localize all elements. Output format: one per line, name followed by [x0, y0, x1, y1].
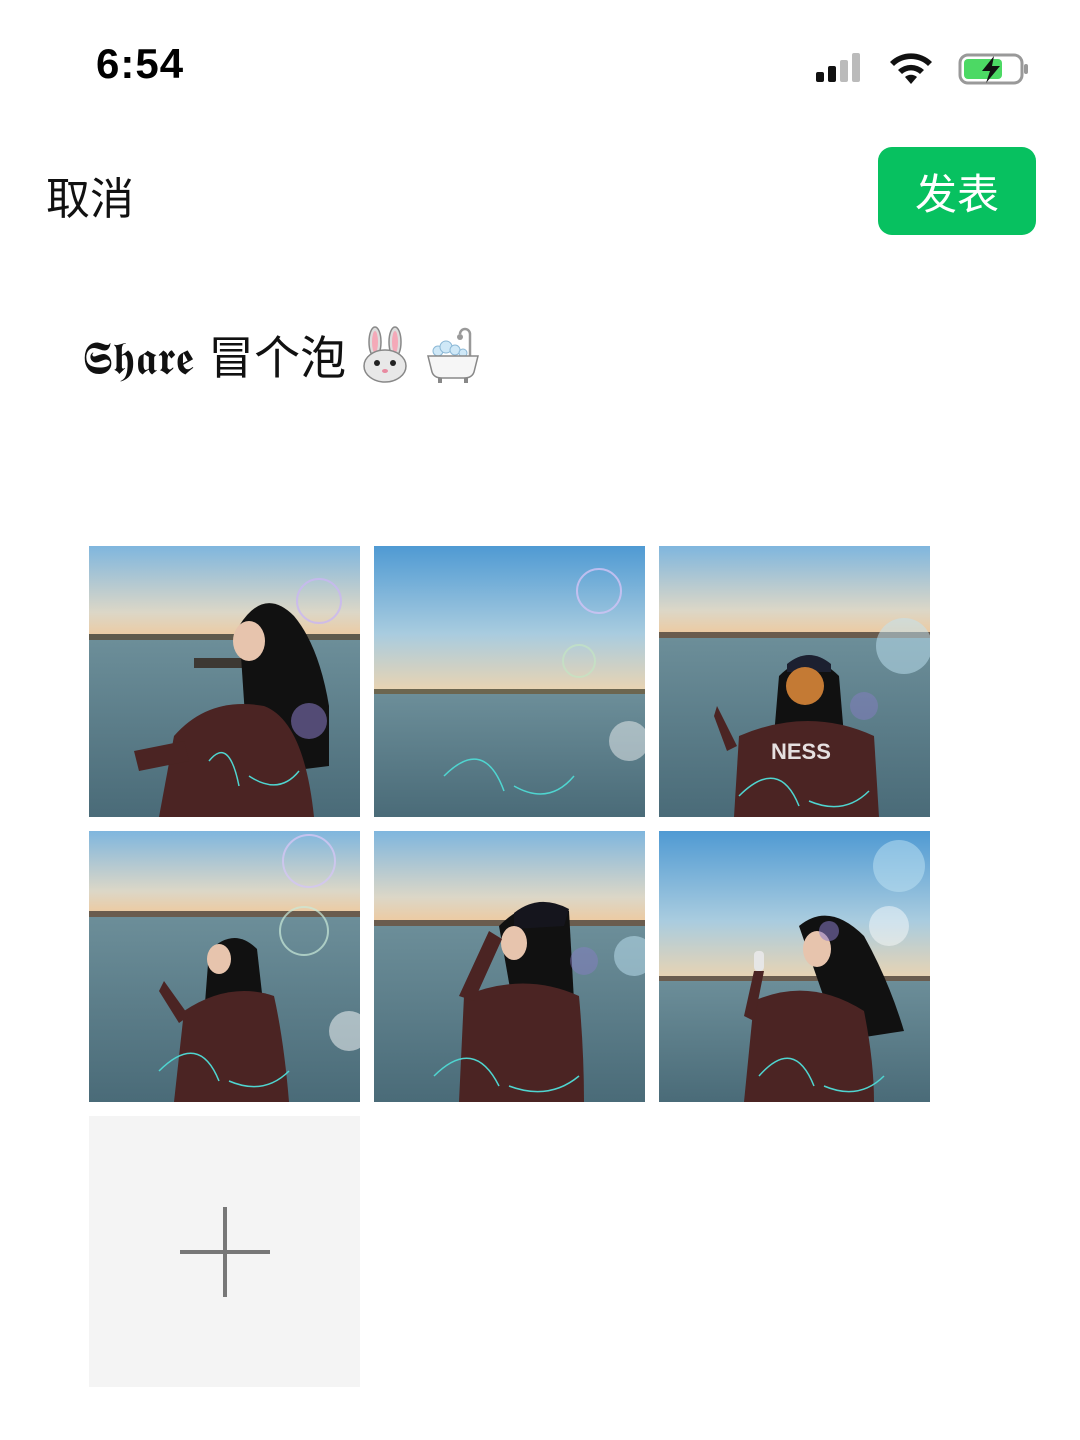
photo-grid: NESS [89, 546, 930, 1387]
signal-icon [816, 53, 860, 82]
photo-thumbnail-4[interactable] [89, 831, 360, 1102]
battery-charging-icon [958, 53, 1028, 85]
cancel-button[interactable]: 取消 [46, 163, 134, 227]
rabbit-face-icon [363, 326, 407, 383]
photo-thumbnail-2[interactable] [374, 546, 645, 817]
photo-2-image [374, 546, 645, 817]
status-time: 6:54 [96, 40, 185, 87]
photo-5-image [374, 831, 645, 1102]
caption-text: 𝕾𝖍𝖆𝖗𝖊 冒个泡 [82, 331, 347, 385]
status-bar: 6:54 [0, 0, 1080, 130]
post-caption[interactable]: 𝕾𝖍𝖆𝖗𝖊 冒个泡 [82, 320, 482, 390]
photo-thumbnail-1[interactable] [89, 546, 360, 817]
photo-thumbnail-3[interactable]: NESS [659, 546, 930, 817]
wifi-icon [890, 53, 932, 84]
svg-text:NESS: NESS [771, 739, 831, 764]
photo-thumbnail-6[interactable] [659, 831, 930, 1102]
plus-icon [179, 1206, 270, 1297]
post-button[interactable]: 发表 [878, 147, 1036, 235]
add-photo-button[interactable] [89, 1116, 360, 1387]
photo-3-image: NESS [659, 546, 930, 817]
status-icons [816, 50, 1030, 88]
bathtub-icon [427, 327, 480, 383]
photo-thumbnail-5[interactable] [374, 831, 645, 1102]
photo-6-image [659, 831, 930, 1102]
photo-4-image [89, 831, 360, 1102]
photo-1-image [89, 546, 360, 817]
